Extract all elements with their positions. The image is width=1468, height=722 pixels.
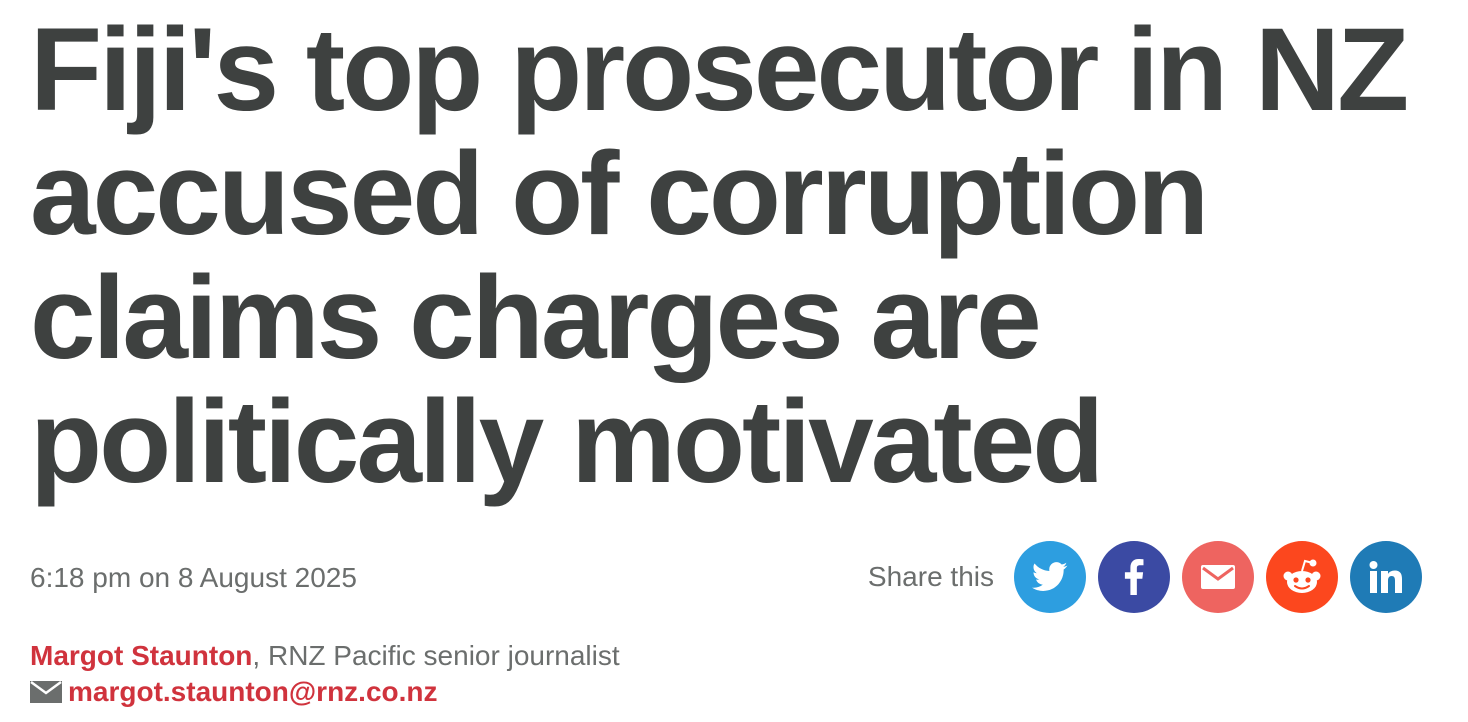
share-twitter-button[interactable] bbox=[1014, 541, 1086, 613]
envelope-icon bbox=[30, 681, 62, 703]
share-bar: Share this bbox=[868, 540, 1422, 614]
author-email-row: margot.staunton@rnz.co.nz bbox=[30, 674, 438, 710]
byline: Margot Staunton, RNZ Pacific senior jour… bbox=[30, 638, 620, 674]
mail-icon bbox=[1201, 565, 1235, 589]
author-role: , RNZ Pacific senior journalist bbox=[252, 640, 620, 671]
publish-timestamp: 6:18 pm on 8 August 2025 bbox=[30, 562, 357, 593]
headline-line: Fiji's top prosecutor in NZ bbox=[30, 4, 1409, 136]
share-label: Share this bbox=[867, 561, 994, 592]
share-linkedin-button[interactable] bbox=[1350, 541, 1422, 613]
reddit-icon bbox=[1283, 559, 1321, 593]
linkedin-icon bbox=[1369, 561, 1402, 593]
headline-line: claims charges are bbox=[30, 252, 1042, 384]
article-meta: 6:18 pm on 8 August 2025 Share this bbox=[30, 540, 1422, 614]
author-email-link[interactable]: margot.staunton@rnz.co.nz bbox=[68, 676, 438, 708]
share-email-button[interactable] bbox=[1182, 541, 1254, 613]
twitter-icon bbox=[1032, 562, 1068, 591]
author-link[interactable]: Margot Staunton bbox=[30, 640, 252, 671]
share-facebook-button[interactable] bbox=[1098, 541, 1170, 613]
share-reddit-button[interactable] bbox=[1266, 541, 1338, 613]
article-headline: Fiji's top prosecutor in NZ accused of c… bbox=[30, 4, 1409, 508]
headline-line: accused of corruption bbox=[30, 128, 1209, 260]
facebook-icon bbox=[1124, 559, 1144, 595]
headline-line: politically motivated bbox=[30, 376, 1104, 508]
